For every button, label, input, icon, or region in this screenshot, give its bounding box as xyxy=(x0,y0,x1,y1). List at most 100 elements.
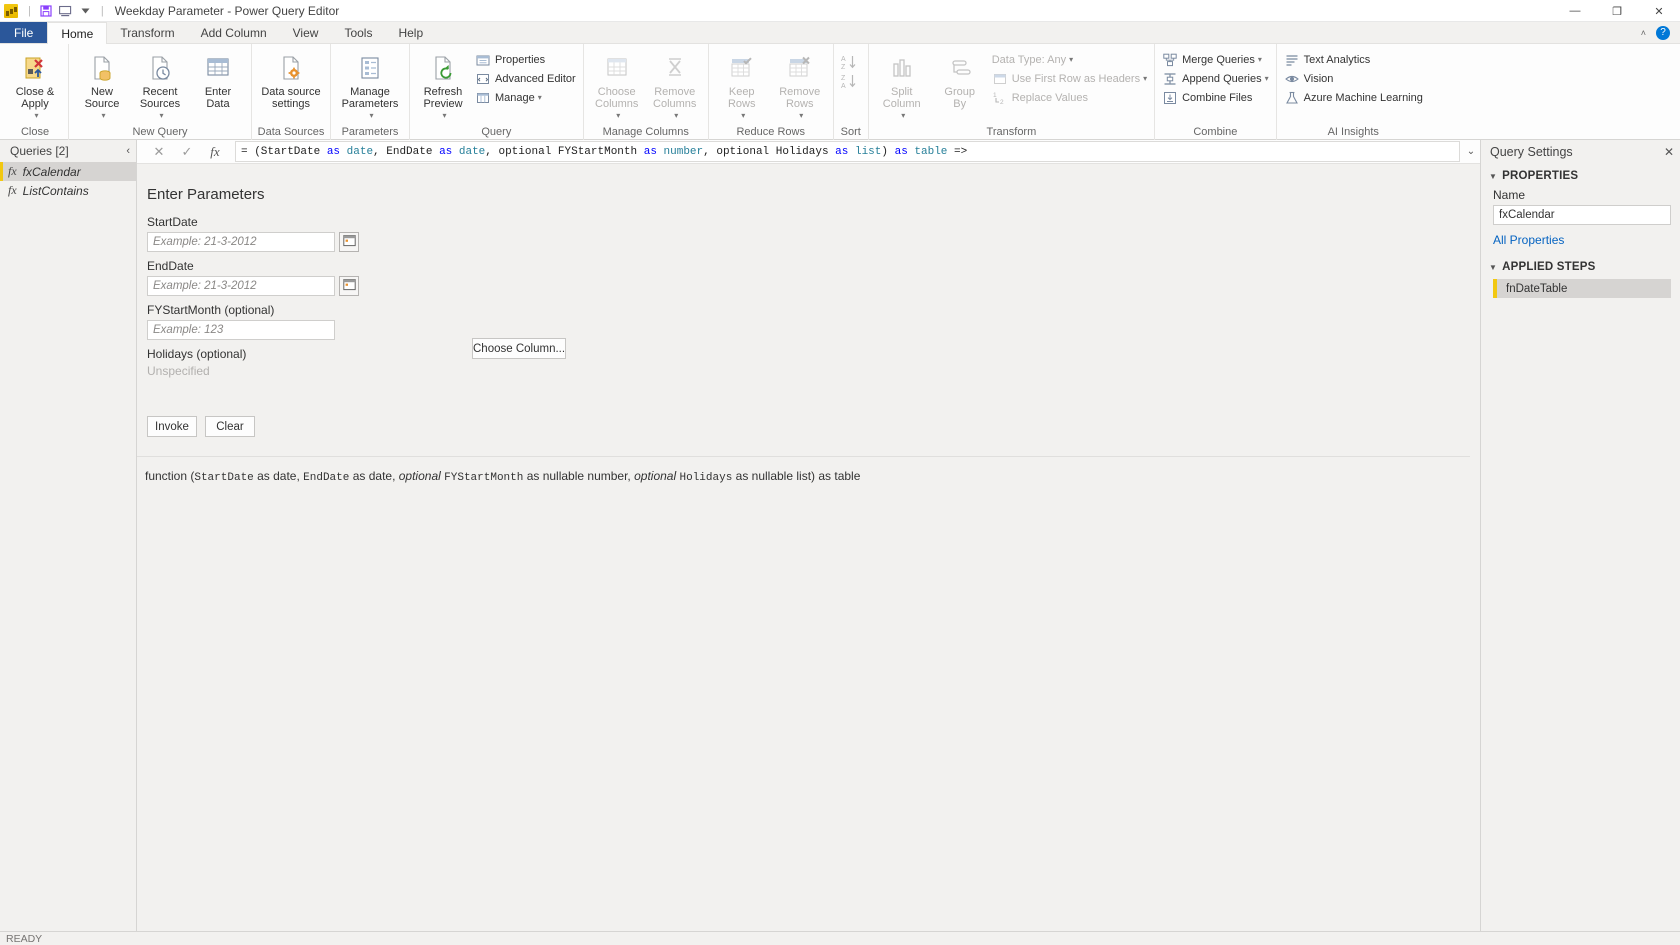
close-button[interactable]: ✕ xyxy=(1638,0,1680,22)
tab-view[interactable]: View xyxy=(280,22,332,43)
remove-rows-caret[interactable]: ▾ xyxy=(799,110,803,122)
undo-button[interactable] xyxy=(56,2,76,20)
properties-button[interactable]: Properties xyxy=(472,50,579,69)
recent-sources-button[interactable]: Recent Sources ▾ xyxy=(131,49,189,122)
vision-button[interactable]: Vision xyxy=(1281,69,1426,88)
enddate-calendar-button[interactable] xyxy=(339,276,359,296)
remove-columns-button[interactable]: Remove Columns ▾ xyxy=(646,49,704,122)
remove-columns-caret[interactable]: ▾ xyxy=(674,110,678,122)
query-small-buttons: Properties Advanced Editor Manage ▾ xyxy=(472,49,579,107)
invoke-button[interactable]: Invoke xyxy=(147,416,197,437)
recent-sources-caret[interactable]: ▾ xyxy=(159,110,163,122)
query-name-input[interactable]: fxCalendar xyxy=(1493,205,1671,225)
split-column-caret[interactable]: ▾ xyxy=(901,110,905,122)
advanced-editor-button[interactable]: Advanced Editor xyxy=(472,69,579,88)
remove-columns-icon xyxy=(659,52,691,84)
properties-label: Properties xyxy=(495,53,546,66)
query-item-fxcalendar[interactable]: fx fxCalendar xyxy=(0,162,136,181)
new-source-caret[interactable]: ▾ xyxy=(101,110,105,122)
manage-parameters-button[interactable]: Manage Parameters ▾ xyxy=(335,49,405,122)
text-analytics-button[interactable]: Text Analytics xyxy=(1281,50,1426,69)
collapse-triangle-icon: ▼ xyxy=(1489,262,1498,272)
formula-cancel-button[interactable]: ✕ xyxy=(145,141,173,163)
azure-machine-learning-button[interactable]: Azure Machine Learning xyxy=(1281,88,1426,107)
ribbon-group-parameters: Manage Parameters ▾ Parameters xyxy=(331,44,410,140)
data-source-settings-button[interactable]: Data source settings xyxy=(256,49,326,110)
combine-files-label: Combine Files xyxy=(1182,91,1253,104)
group-by-icon xyxy=(944,52,976,84)
formula-input[interactable]: = (StartDate as date, EndDate as date, o… xyxy=(235,141,1460,162)
help-icon[interactable]: ? xyxy=(1656,25,1670,40)
save-button[interactable] xyxy=(36,2,56,20)
enter-data-button[interactable]: Enter Data xyxy=(189,49,247,110)
keep-rows-caret[interactable]: ▾ xyxy=(741,110,745,122)
fystartmonth-input[interactable]: Example: 123 xyxy=(147,320,335,340)
choose-column-button[interactable]: Choose Column... xyxy=(472,338,567,359)
choose-columns-button[interactable]: Choose Columns ▾ xyxy=(588,49,646,122)
center-pane: ✕ ✓ fx = (StartDate as date, EndDate as … xyxy=(137,140,1480,931)
recent-sources-icon xyxy=(144,52,176,84)
minimize-button[interactable]: — xyxy=(1554,0,1596,22)
recent-sources-label: Recent Sources xyxy=(139,86,181,110)
insert-function-icon[interactable]: fx xyxy=(201,141,229,163)
tab-tools[interactable]: Tools xyxy=(331,22,385,43)
tab-home[interactable]: Home xyxy=(47,22,108,44)
close-and-apply-caret[interactable]: ▾ xyxy=(34,110,38,122)
sort-descending-button[interactable]: ZA xyxy=(838,71,864,90)
expand-formula-bar-icon[interactable]: ⌄ xyxy=(1462,141,1480,162)
tab-help[interactable]: Help xyxy=(385,22,436,43)
applied-steps-section-header[interactable]: ▼ APPLIED STEPS xyxy=(1481,255,1680,277)
remove-rows-button[interactable]: Remove Rows ▾ xyxy=(771,49,829,122)
use-first-row-as-headers-button[interactable]: Use First Row as Headers ▾ xyxy=(989,69,1150,88)
choose-columns-caret[interactable]: ▾ xyxy=(616,110,620,122)
ribbon-group-ai-insights: Text Analytics Vision Azure Machine Lear… xyxy=(1277,44,1430,140)
tab-add-column[interactable]: Add Column xyxy=(188,22,280,43)
combine-files-icon xyxy=(1162,90,1178,106)
properties-section-header[interactable]: ▼ PROPERTIES xyxy=(1481,164,1680,186)
startdate-input[interactable]: Example: 21-3-2012 xyxy=(147,232,335,252)
tab-transform[interactable]: Transform xyxy=(107,22,187,43)
applied-step-item[interactable]: fnDateTable xyxy=(1493,279,1671,298)
data-type-dropdown[interactable]: Data Type: Any ▾ xyxy=(989,50,1150,69)
keep-rows-button[interactable]: Keep Rows ▾ xyxy=(713,49,771,122)
collapse-ribbon-icon[interactable]: ˄ xyxy=(1641,28,1646,38)
close-and-apply-button[interactable]: Close & Apply ▾ xyxy=(6,49,64,122)
keep-rows-label: Keep Rows xyxy=(727,86,756,110)
manage-button[interactable]: Manage ▾ xyxy=(472,88,579,107)
window-controls: — ❐ ✕ xyxy=(1554,0,1680,22)
use-first-row-as-headers-icon xyxy=(992,71,1008,87)
replace-values-button[interactable]: 12 Replace Values xyxy=(989,88,1150,107)
append-queries-caret[interactable]: ▾ xyxy=(1265,74,1269,83)
split-column-button[interactable]: Split Column ▾ xyxy=(873,49,931,122)
sort-ascending-button[interactable]: AZ xyxy=(838,52,864,71)
enddate-input[interactable]: Example: 21-3-2012 xyxy=(147,276,335,296)
startdate-calendar-button[interactable] xyxy=(339,232,359,252)
maximize-button[interactable]: ❐ xyxy=(1596,0,1638,22)
queries-pane-header: Queries [2] ‹ xyxy=(0,140,136,162)
manage-caret[interactable]: ▾ xyxy=(538,93,542,102)
combine-files-button[interactable]: Combine Files xyxy=(1159,88,1272,107)
refresh-preview-button[interactable]: Refresh Preview ▾ xyxy=(414,49,472,122)
close-query-settings-icon[interactable]: ✕ xyxy=(1664,145,1674,159)
formula-commit-button[interactable]: ✓ xyxy=(173,141,201,163)
enddate-label: EndDate xyxy=(147,259,194,273)
all-properties-link[interactable]: All Properties xyxy=(1481,225,1680,247)
merge-queries-caret[interactable]: ▾ xyxy=(1258,55,1262,64)
manage-parameters-caret[interactable]: ▾ xyxy=(369,110,373,122)
ribbon-group-transform-title: Transform xyxy=(986,126,1037,138)
refresh-preview-caret[interactable]: ▾ xyxy=(442,110,446,122)
append-queries-button[interactable]: Append Queries ▾ xyxy=(1159,69,1272,88)
query-item-listcontains[interactable]: fx ListContains xyxy=(0,181,136,200)
merge-queries-button[interactable]: Merge Queries ▾ xyxy=(1159,50,1272,69)
new-source-button[interactable]: New Source ▾ xyxy=(73,49,131,122)
collapse-queries-pane-icon[interactable]: ‹ xyxy=(126,145,130,157)
merge-queries-label: Merge Queries xyxy=(1182,53,1255,66)
data-type-caret[interactable]: ▾ xyxy=(1069,55,1073,64)
ribbon-group-close-title: Close xyxy=(20,126,50,138)
customize-quick-access-toolbar-button[interactable] xyxy=(76,2,96,20)
clear-button[interactable]: Clear xyxy=(205,416,255,437)
group-by-button[interactable]: Group By xyxy=(931,49,989,110)
tab-file[interactable]: File xyxy=(0,22,48,43)
use-first-row-as-headers-caret[interactable]: ▾ xyxy=(1143,74,1147,83)
fystartmonth-row: Example: 123 xyxy=(147,320,1480,340)
